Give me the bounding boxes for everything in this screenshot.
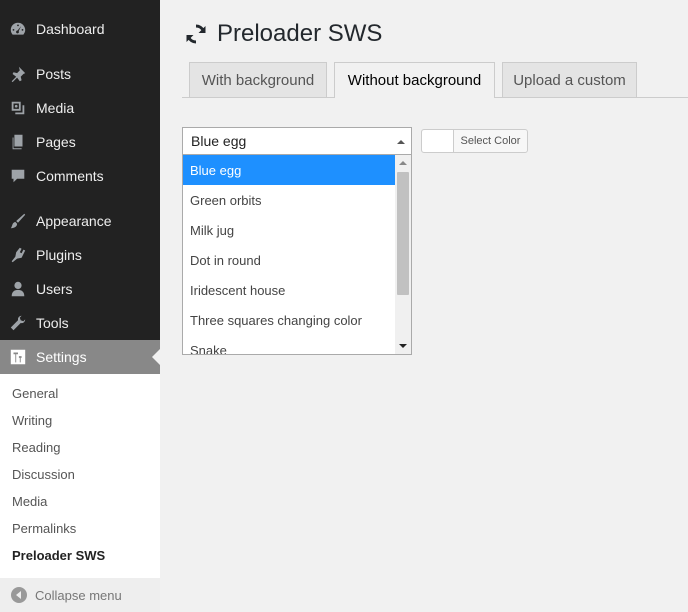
page-title-text: Preloader SWS [217, 20, 383, 47]
submenu-preloader-sws[interactable]: Preloader SWS [12, 548, 105, 563]
dashboard-icon [8, 19, 28, 39]
scrollbar-thumb[interactable] [397, 172, 409, 295]
menu-dashboard-label: Dashboard [36, 21, 105, 37]
scroll-down-arrow-icon[interactable] [399, 344, 407, 348]
menu-posts-label: Posts [36, 66, 72, 82]
option-snake[interactable]: Snake [183, 335, 395, 355]
collapse-arrow-icon [11, 587, 27, 603]
menu-comments-label: Comments [36, 168, 104, 184]
menu-appearance-label: Appearance [36, 213, 112, 229]
option-dot-in-round[interactable]: Dot in round [183, 245, 395, 275]
brush-icon [8, 211, 28, 231]
menu-dashboard[interactable]: Dashboard [0, 12, 160, 46]
menu-tools[interactable]: Tools [0, 306, 160, 340]
media-icon [8, 98, 28, 118]
menu-tools-label: Tools [36, 315, 69, 331]
option-iridescent-house[interactable]: Iridescent house [183, 275, 395, 305]
menu-pages-label: Pages [36, 134, 76, 150]
submenu-reading[interactable]: Reading [12, 440, 60, 455]
submenu-media[interactable]: Media [12, 494, 47, 509]
preloader-dropdown-list: Blue egg Green orbits Milk jug Dot in ro… [182, 155, 412, 355]
preloader-select-value: Blue egg [191, 133, 247, 149]
menu-users-label: Users [36, 281, 73, 297]
collapse-menu-button[interactable]: Collapse menu [0, 578, 160, 612]
option-three-squares[interactable]: Three squares changing color [183, 305, 395, 335]
settings-icon [8, 347, 28, 367]
option-milk-jug[interactable]: Milk jug [183, 215, 395, 245]
select-color-label: Select Color [460, 135, 521, 147]
wrench-icon [8, 313, 28, 333]
chevron-up-icon [397, 140, 405, 144]
settings-submenu: General Writing Reading Discussion Media… [0, 374, 160, 578]
menu-media[interactable]: Media [0, 91, 160, 125]
preloader-select[interactable]: Blue egg [182, 127, 412, 155]
menu-pages[interactable]: Pages [0, 125, 160, 159]
menu-media-label: Media [36, 100, 75, 116]
dropdown-scrollbar[interactable] [395, 155, 411, 354]
tab-upload-custom[interactable]: Upload a custom [502, 62, 637, 97]
submenu-writing[interactable]: Writing [12, 413, 52, 428]
option-blue-egg[interactable]: Blue egg [183, 155, 395, 185]
refresh-icon [184, 22, 208, 46]
color-swatch [422, 130, 454, 152]
menu-posts[interactable]: Posts [0, 57, 160, 91]
collapse-menu-label: Collapse menu [35, 587, 122, 603]
submenu-permalinks[interactable]: Permalinks [12, 521, 76, 536]
user-icon [8, 279, 28, 299]
menu-comments[interactable]: Comments [0, 159, 160, 193]
pages-icon [8, 132, 28, 152]
menu-users[interactable]: Users [0, 272, 160, 306]
tab-without-background[interactable]: Without background [334, 62, 495, 98]
select-color-button[interactable]: Select Color [421, 129, 528, 153]
plugin-icon [8, 245, 28, 265]
pin-icon [8, 64, 28, 84]
menu-settings[interactable]: Settings [0, 340, 160, 374]
menu-settings-label: Settings [36, 349, 87, 365]
option-green-orbits[interactable]: Green orbits [183, 185, 395, 215]
submenu-discussion[interactable]: Discussion [12, 467, 75, 482]
scroll-up-arrow-icon[interactable] [399, 161, 407, 165]
admin-sidebar: Dashboard Posts Media Pages Comments App… [0, 0, 160, 612]
tab-with-background[interactable]: With background [189, 62, 327, 97]
comment-icon [8, 166, 28, 186]
menu-plugins[interactable]: Plugins [0, 238, 160, 272]
submenu-general[interactable]: General [12, 386, 58, 401]
menu-plugins-label: Plugins [36, 247, 82, 263]
page-title: Preloader SWS [184, 18, 382, 50]
menu-appearance[interactable]: Appearance [0, 204, 160, 238]
